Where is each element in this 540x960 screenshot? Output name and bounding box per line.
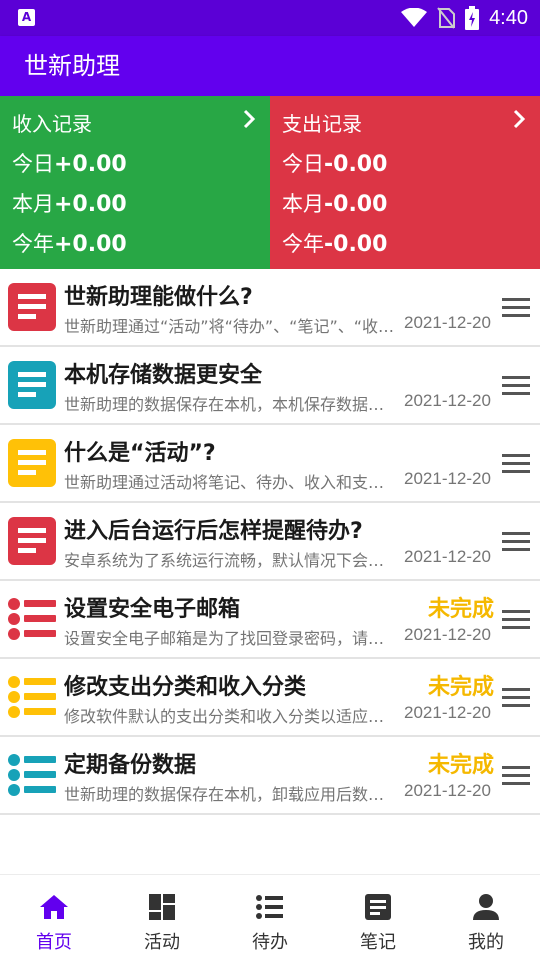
activity-list: 世新助理能做什么? 世新助理通过“活动”将“待办”、“笔记”、“收入”和“支出”关…: [0, 269, 540, 815]
list-item[interactable]: 什么是“活动”? 世新助理通过活动将笔记、待办、收入和支出联系在一起 2021-12…: [0, 425, 540, 503]
status-badge: 未完成: [427, 753, 494, 778]
drag-handle-icon[interactable]: [502, 609, 530, 631]
item-title: 本机存储数据更安全: [64, 363, 263, 388]
expense-summary-card[interactable]: 支出记录 今日-0.00 本月-0.00 今年-0.00: [270, 96, 540, 269]
tab-label: 活动: [144, 932, 180, 953]
item-title: 定期备份数据: [64, 753, 197, 778]
chevron-right-icon: [513, 109, 526, 129]
expense-year: 今年-0.00: [282, 228, 387, 258]
status-icons: 4:40: [401, 0, 528, 36]
tab-label: 我的: [468, 932, 504, 953]
tab-dashboard[interactable]: 活动: [108, 875, 216, 960]
item-date: 2021-12-20: [404, 703, 491, 722]
expense-today: 今日-0.00: [282, 148, 387, 178]
item-title: 世新助理能做什么?: [64, 285, 253, 310]
drag-handle-icon[interactable]: [502, 375, 530, 397]
tab-list[interactable]: 待办: [216, 875, 324, 960]
list-item[interactable]: 设置安全电子邮箱设置安全电子邮箱是为了找回登录密码，请尽快设置 2021-12-2…: [0, 581, 540, 659]
note-icon: [8, 361, 56, 409]
income-today: 今日+0.00: [12, 148, 127, 178]
drag-handle-icon[interactable]: [502, 297, 530, 319]
list-item[interactable]: 进入后台运行后怎样提醒待办? 安卓系统为了系统运行流畅，默认情况下会限制应用后台运…: [0, 503, 540, 581]
item-description: 安卓系统为了系统运行流畅，默认情况下会限制应用后台运行: [64, 551, 398, 570]
expense-month-value: -0.00: [324, 192, 388, 217]
income-month: 本月+0.00: [12, 188, 127, 218]
list-item[interactable]: 本机存储数据更安全世新助理的数据保存在本机，本机保存数据更安全可靠 2021-12…: [0, 347, 540, 425]
item-date: 2021-12-20: [404, 469, 491, 488]
expense-month: 本月-0.00: [282, 188, 387, 218]
income-year-label: 今年: [12, 232, 54, 256]
tab-label: 首页: [36, 932, 72, 953]
clock: 4:40: [489, 6, 528, 29]
expense-today-value: -0.00: [324, 152, 388, 177]
item-date: 2021-12-20: [404, 547, 491, 566]
drag-handle-icon[interactable]: [502, 687, 530, 709]
tab-label: 待办: [252, 932, 288, 953]
drag-handle-icon[interactable]: [502, 765, 530, 787]
drag-handle-icon[interactable]: [502, 531, 530, 553]
item-title: 进入后台运行后怎样提醒待办?: [64, 519, 363, 544]
person-icon: [473, 894, 499, 920]
income-year: 今年+0.00: [12, 228, 127, 258]
item-date: 2021-12-20: [404, 313, 491, 332]
income-today-label: 今日: [12, 152, 54, 176]
item-title: 什么是“活动”?: [64, 441, 216, 466]
note-icon: [8, 517, 56, 565]
status-badge: 未完成: [427, 597, 494, 622]
item-description: 修改软件默认的支出分类和收入分类以适应自己的需要: [64, 707, 398, 726]
income-summary-card[interactable]: 收入记录 今日+0.00 本月+0.00 今年+0.00: [0, 96, 270, 269]
note-icon: [8, 283, 56, 331]
tab-notebook[interactable]: 笔记: [324, 875, 432, 960]
wifi-icon: [401, 8, 428, 27]
expense-year-value: -0.00: [324, 232, 388, 257]
tab-person[interactable]: 我的: [432, 875, 540, 960]
item-description: 世新助理通过“活动”将“待办”、“笔记”、“收入”和“支出”关联起来: [64, 317, 398, 336]
income-header: 收入记录: [12, 112, 92, 136]
item-description: 世新助理的数据保存在本机，卸载应用后数据将丢失: [64, 785, 398, 804]
income-today-value: +0.00: [54, 152, 127, 177]
battery-icon: [465, 6, 480, 30]
item-date: 2021-12-20: [404, 781, 491, 800]
drag-handle-icon[interactable]: [502, 453, 530, 475]
app-title: 世新助理: [24, 52, 120, 80]
tab-label: 笔记: [360, 932, 396, 953]
dashboard-icon: [149, 894, 175, 920]
list-item[interactable]: 定期备份数据世新助理的数据保存在本机，卸载应用后数据将丢失 2021-12-20 未…: [0, 737, 540, 815]
item-date: 2021-12-20: [404, 391, 491, 410]
list-icon: [256, 895, 283, 919]
expense-month-label: 本月: [282, 192, 324, 216]
item-title: 设置安全电子邮箱: [64, 597, 241, 622]
notification-icon: A: [18, 9, 35, 26]
income-year-value: +0.00: [54, 232, 127, 257]
status-bar: A 4:40: [0, 0, 540, 36]
expense-header: 支出记录: [282, 112, 362, 136]
list-item[interactable]: 世新助理能做什么? 世新助理通过“活动”将“待办”、“笔记”、“收入”和“支出”关…: [0, 269, 540, 347]
todo-list-icon: [8, 754, 56, 796]
notebook-icon: [365, 894, 391, 920]
item-description: 世新助理通过活动将笔记、待办、收入和支出联系在一起: [64, 473, 398, 492]
no-sim-icon: [437, 7, 456, 29]
note-icon: [8, 439, 56, 487]
home-icon: [40, 895, 68, 919]
item-description: 世新助理的数据保存在本机，本机保存数据更安全可靠: [64, 395, 398, 414]
todo-list-icon: [8, 676, 56, 718]
item-date: 2021-12-20: [404, 625, 491, 644]
bottom-navigation: 首页 活动 待办 笔记 我的: [0, 874, 540, 960]
tab-home[interactable]: 首页: [0, 875, 108, 960]
expense-today-label: 今日: [282, 152, 324, 176]
item-title: 修改支出分类和收入分类: [64, 675, 307, 700]
income-month-label: 本月: [12, 192, 54, 216]
todo-list-icon: [8, 598, 56, 640]
chevron-right-icon: [243, 109, 256, 129]
app-bar: 世新助理: [0, 36, 540, 96]
status-badge: 未完成: [427, 675, 494, 700]
item-description: 设置安全电子邮箱是为了找回登录密码，请尽快设置: [64, 629, 398, 648]
income-month-value: +0.00: [54, 192, 127, 217]
list-item[interactable]: 修改支出分类和收入分类修改软件默认的支出分类和收入分类以适应自己的需要 2021-…: [0, 659, 540, 737]
expense-year-label: 今年: [282, 232, 324, 256]
